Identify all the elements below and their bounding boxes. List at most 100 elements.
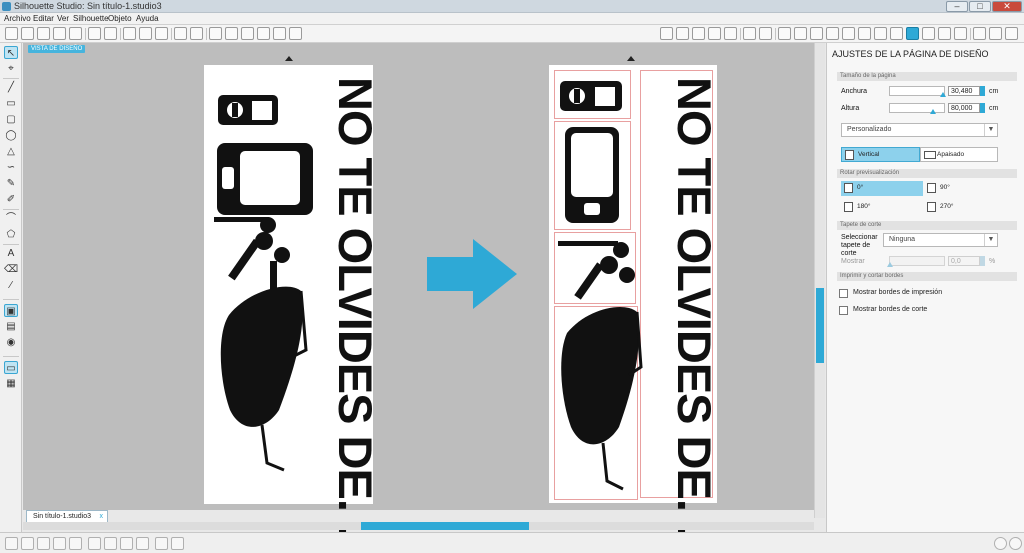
vertical-scrollbar[interactable]	[814, 43, 825, 518]
duplicate-icon[interactable]	[88, 537, 101, 550]
height-spinner[interactable]	[980, 103, 985, 113]
mat-opacity-input[interactable]: 0,0	[948, 256, 980, 266]
rounded-rectangle-icon[interactable]: ▢	[4, 113, 18, 126]
page-view-icon[interactable]: ▣	[4, 304, 18, 317]
vertical-scroll-thumb[interactable]	[816, 288, 824, 363]
zoom-select-icon[interactable]	[257, 27, 270, 40]
line-style-icon[interactable]	[724, 27, 737, 40]
registration-marks-icon[interactable]	[938, 27, 951, 40]
open-folder-icon[interactable]	[21, 27, 34, 40]
library-icon[interactable]	[1005, 27, 1018, 40]
fill-color-icon[interactable]	[660, 27, 673, 40]
print-borders-checkbox[interactable]	[839, 289, 848, 298]
knife-tool-icon[interactable]: ∕	[4, 279, 18, 292]
eraser-tool-icon[interactable]: ⌫	[4, 263, 18, 276]
line-color-icon[interactable]	[708, 27, 721, 40]
text-style-icon[interactable]	[890, 27, 903, 40]
text-tool-icon[interactable]: A	[4, 247, 18, 260]
print-icon[interactable]	[88, 27, 101, 40]
group-icon[interactable]	[5, 537, 18, 550]
ungroup-icon[interactable]	[21, 537, 34, 550]
fit-page-icon[interactable]	[289, 27, 302, 40]
transform-icon[interactable]	[778, 27, 791, 40]
polygon-shape-icon[interactable]: ⬠	[4, 228, 18, 241]
drag-zoom-icon[interactable]	[273, 27, 286, 40]
menu-silhouette[interactable]: Silhouette	[73, 14, 109, 23]
menu-archivo[interactable]: Archivo	[4, 14, 31, 23]
copy-icon[interactable]	[123, 27, 136, 40]
send-to-silhouette-icon[interactable]	[104, 27, 117, 40]
minimize-button[interactable]: –	[946, 1, 968, 12]
menu-ayuda[interactable]: Ayuda	[136, 14, 159, 23]
weld-icon[interactable]	[136, 537, 149, 550]
width-input[interactable]: 30,480	[948, 86, 980, 96]
mat-opacity-slider[interactable]	[887, 256, 945, 267]
arc-tool-icon[interactable]: ⌒	[4, 212, 18, 225]
modify-icon[interactable]	[842, 27, 855, 40]
width-slider-knob[interactable]	[939, 92, 946, 97]
rotate-0-button[interactable]: 0°	[841, 181, 923, 196]
horizontal-scrollbar[interactable]	[23, 522, 814, 530]
horizontal-scroll-thumb[interactable]	[361, 522, 529, 530]
height-slider[interactable]	[889, 103, 945, 114]
orientation-vertical-button[interactable]: Vertical	[841, 147, 920, 162]
mat-opacity-knob[interactable]	[887, 262, 893, 267]
move-icon[interactable]	[810, 27, 823, 40]
zoom-out-icon[interactable]	[241, 27, 254, 40]
split-view-icon[interactable]: ▦	[4, 377, 18, 390]
cut-borders-checkbox[interactable]	[839, 306, 848, 315]
width-spinner[interactable]	[980, 86, 985, 96]
menu-editar[interactable]: Editar	[33, 14, 54, 23]
delete-icon[interactable]	[104, 537, 117, 550]
rotate-icon[interactable]	[794, 27, 807, 40]
eraser-icon[interactable]	[973, 27, 986, 40]
maximize-button[interactable]: □	[969, 1, 991, 12]
close-button[interactable]: ✕	[992, 1, 1022, 12]
page-preset-select[interactable]: Personalizado ▼	[841, 123, 998, 137]
gradient-icon[interactable]	[676, 27, 689, 40]
trace-icon[interactable]	[874, 27, 887, 40]
save-as-icon[interactable]	[69, 27, 82, 40]
library-view-icon[interactable]: ▤	[4, 320, 18, 333]
make-compound-icon[interactable]	[37, 537, 50, 550]
cut-icon[interactable]	[155, 27, 168, 40]
replicate-icon[interactable]	[759, 27, 772, 40]
align-icon[interactable]	[743, 27, 756, 40]
flip-icon[interactable]	[120, 537, 133, 550]
release-compound-icon[interactable]	[53, 537, 66, 550]
rotate-180-button[interactable]: 180°	[841, 200, 923, 215]
pen-tool-icon[interactable]: ✐	[4, 193, 18, 206]
trace-image-icon[interactable]	[171, 537, 184, 550]
redo-icon[interactable]	[190, 27, 203, 40]
pan-hand-icon[interactable]	[209, 27, 222, 40]
undo-icon[interactable]	[174, 27, 187, 40]
polygon-tool-icon[interactable]: △	[4, 145, 18, 158]
select-arrow-icon[interactable]: ↖	[4, 46, 18, 59]
rotate-270-button[interactable]: 270°	[924, 200, 1006, 215]
new-file-icon[interactable]	[5, 27, 18, 40]
send-icon[interactable]	[954, 27, 967, 40]
ellipse-tool-icon[interactable]: ◯	[4, 129, 18, 142]
offset-icon[interactable]	[858, 27, 871, 40]
refresh-icon[interactable]	[1009, 537, 1022, 550]
width-slider[interactable]	[889, 86, 946, 97]
settings-gear-icon[interactable]	[994, 537, 1007, 550]
save-icon[interactable]	[53, 27, 66, 40]
line-tool-icon[interactable]: ╱	[4, 81, 18, 94]
orientation-landscape-button[interactable]: Apaisado	[920, 147, 998, 162]
rotate-90-button[interactable]: 90°	[924, 181, 1006, 196]
scale-icon[interactable]	[826, 27, 839, 40]
height-input[interactable]: 80,000	[948, 103, 980, 113]
fill-pattern-icon[interactable]	[692, 27, 705, 40]
menu-ver[interactable]: Ver	[57, 14, 69, 23]
cutting-mat-select[interactable]: Ninguna ▼	[883, 233, 998, 247]
paste-icon[interactable]	[139, 27, 152, 40]
mat-opacity-spinner[interactable]	[980, 256, 985, 266]
design-view-icon[interactable]: ▭	[4, 361, 18, 374]
open-library-icon[interactable]	[37, 27, 50, 40]
menu-objeto[interactable]: Objeto	[108, 14, 132, 23]
knife-icon[interactable]	[989, 27, 1002, 40]
page-setup-icon[interactable]	[906, 27, 919, 40]
rectangle-tool-icon[interactable]: ▭	[4, 97, 18, 110]
freehand-tool-icon[interactable]: ✎	[4, 177, 18, 190]
